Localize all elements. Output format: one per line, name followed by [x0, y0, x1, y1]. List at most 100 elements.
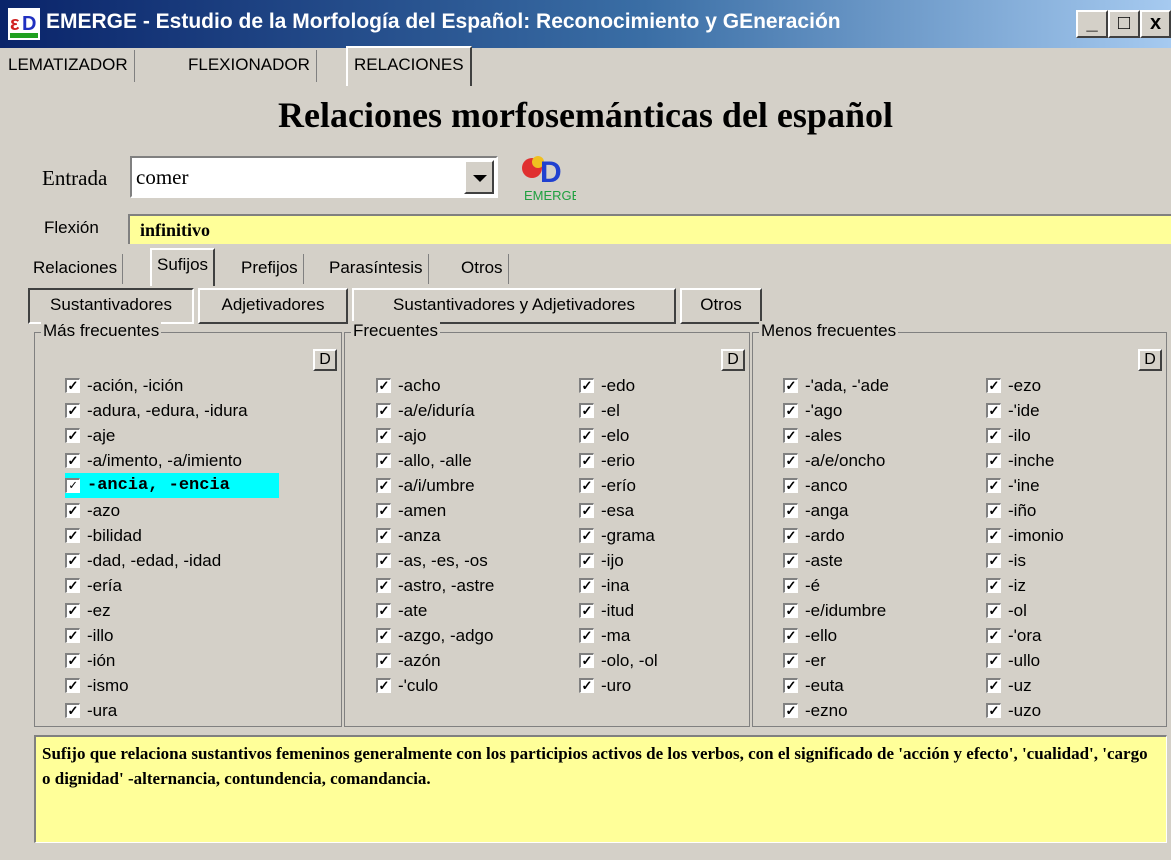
- checkbox-checked-icon[interactable]: ✓: [376, 453, 391, 468]
- tab-relaciones[interactable]: RELACIONES: [346, 46, 472, 86]
- checkbox-checked-icon[interactable]: ✓: [65, 628, 80, 643]
- checkbox-checked-icon[interactable]: ✓: [986, 428, 1001, 443]
- title-bar: ε D EMERGE - Estudio de la Morfología de…: [0, 0, 1171, 48]
- suffix-label: -is: [1008, 551, 1026, 570]
- checkbox-checked-icon[interactable]: ✓: [986, 703, 1001, 718]
- checkbox-checked-icon[interactable]: ✓: [579, 603, 594, 618]
- checkbox-checked-icon[interactable]: ✓: [986, 628, 1001, 643]
- checkbox-checked-icon[interactable]: ✓: [783, 553, 798, 568]
- checkbox-checked-icon[interactable]: ✓: [65, 453, 80, 468]
- checkbox-checked-icon[interactable]: ✓: [783, 378, 798, 393]
- checkbox-checked-icon[interactable]: ✓: [65, 428, 80, 443]
- checkbox-checked-icon[interactable]: ✓: [65, 503, 80, 518]
- adjetivadores-button[interactable]: Adjetivadores: [198, 288, 348, 324]
- checkbox-checked-icon[interactable]: ✓: [376, 528, 391, 543]
- checkbox-checked-icon[interactable]: ✓: [376, 478, 391, 493]
- checkbox-checked-icon[interactable]: ✓: [65, 603, 80, 618]
- checkbox-checked-icon[interactable]: ✓: [579, 478, 594, 493]
- checkbox-checked-icon[interactable]: ✓: [986, 553, 1001, 568]
- d-button[interactable]: D: [721, 349, 745, 371]
- close-button[interactable]: x: [1140, 10, 1171, 38]
- tab-lematizador[interactable]: LEMATIZADOR: [2, 50, 135, 82]
- entrada-combobox[interactable]: comer: [130, 156, 498, 198]
- d-button[interactable]: D: [1138, 349, 1162, 371]
- suffix-label: -'ine: [1008, 476, 1040, 495]
- checkbox-checked-icon[interactable]: ✓: [376, 428, 391, 443]
- checkbox-checked-icon[interactable]: ✓: [986, 528, 1001, 543]
- subtab-relaciones[interactable]: Relaciones: [28, 254, 124, 284]
- checkbox-checked-icon[interactable]: ✓: [376, 678, 391, 693]
- entrada-input[interactable]: comer: [136, 165, 188, 190]
- checkbox-checked-icon[interactable]: ✓: [376, 378, 391, 393]
- maximize-button[interactable]: □: [1108, 10, 1140, 38]
- sustantivadores-button[interactable]: Sustantivadores: [28, 288, 194, 324]
- subtab-sufijos[interactable]: Sufijos: [150, 248, 216, 286]
- checkbox-checked-icon[interactable]: ✓: [986, 603, 1001, 618]
- checkbox-checked-icon[interactable]: ✓: [783, 428, 798, 443]
- checkbox-checked-icon[interactable]: ✓: [783, 703, 798, 718]
- checkbox-checked-icon[interactable]: ✓: [65, 653, 80, 668]
- checkbox-checked-icon[interactable]: ✓: [783, 603, 798, 618]
- checkbox-checked-icon[interactable]: ✓: [65, 553, 80, 568]
- checkbox-checked-icon[interactable]: ✓: [376, 503, 391, 518]
- checkbox-checked-icon[interactable]: ✓: [783, 478, 798, 493]
- sustantivadores-y-adjetivadores-button[interactable]: Sustantivadores y Adjetivadores: [352, 288, 676, 324]
- checkbox-checked-icon[interactable]: ✓: [986, 653, 1001, 668]
- checkbox-checked-icon[interactable]: ✓: [579, 503, 594, 518]
- subtab-parasintesis[interactable]: Parasíntesis: [324, 254, 429, 284]
- checkbox-checked-icon[interactable]: ✓: [65, 703, 80, 718]
- checkbox-checked-icon[interactable]: ✓: [783, 503, 798, 518]
- tab-flexionador[interactable]: FLEXIONADOR: [182, 50, 317, 82]
- checkbox-checked-icon[interactable]: ✓: [986, 478, 1001, 493]
- checkbox-checked-icon[interactable]: ✓: [579, 453, 594, 468]
- checkbox-checked-icon[interactable]: ✓: [783, 528, 798, 543]
- suffix-label: -ales: [805, 426, 842, 445]
- checkbox-checked-icon[interactable]: ✓: [783, 453, 798, 468]
- checkbox-checked-icon[interactable]: ✓: [65, 578, 80, 593]
- checkbox-checked-icon[interactable]: ✓: [986, 503, 1001, 518]
- checkbox-checked-icon[interactable]: ✓: [783, 578, 798, 593]
- checkbox-checked-icon[interactable]: ✓: [579, 403, 594, 418]
- subtab-prefijos[interactable]: Prefijos: [236, 254, 304, 284]
- checkbox-checked-icon[interactable]: ✓: [783, 628, 798, 643]
- checkbox-checked-icon[interactable]: ✓: [65, 378, 80, 393]
- checkbox-checked-icon[interactable]: ✓: [579, 378, 594, 393]
- checkbox-checked-icon[interactable]: ✓: [986, 578, 1001, 593]
- checkbox-checked-icon[interactable]: ✓: [579, 678, 594, 693]
- checkbox-checked-icon[interactable]: ✓: [376, 403, 391, 418]
- checkbox-checked-icon[interactable]: ✓: [579, 553, 594, 568]
- minimize-button[interactable]: _: [1076, 10, 1108, 38]
- suffix-checkbox[interactable]: ✓ -ancia, -encia: [65, 473, 279, 498]
- emerge-logo: D EMERGE: [522, 156, 576, 203]
- checkbox-checked-icon[interactable]: ✓: [579, 653, 594, 668]
- checkbox-checked-icon[interactable]: ✓: [376, 603, 391, 618]
- checkbox-checked-icon[interactable]: ✓: [65, 678, 80, 693]
- suffix-label: -bilidad: [87, 526, 142, 545]
- checkbox-checked-icon[interactable]: ✓: [579, 428, 594, 443]
- checkbox-checked-icon[interactable]: ✓: [65, 403, 80, 418]
- d-button[interactable]: D: [313, 349, 337, 371]
- checkbox-checked-icon[interactable]: ✓: [579, 578, 594, 593]
- otros-button[interactable]: Otros: [680, 288, 762, 324]
- checkbox-checked-icon[interactable]: ✓: [986, 453, 1001, 468]
- dropdown-arrow-button[interactable]: [464, 160, 494, 194]
- checkbox-checked-icon[interactable]: ✓: [986, 403, 1001, 418]
- suffix-label: -anco: [805, 476, 848, 495]
- checkbox-checked-icon[interactable]: ✓: [783, 653, 798, 668]
- checkbox-checked-icon[interactable]: ✓: [376, 578, 391, 593]
- checkbox-checked-icon[interactable]: ✓: [65, 528, 80, 543]
- checkbox-checked-icon[interactable]: ✓: [783, 403, 798, 418]
- subtab-otros[interactable]: Otros: [456, 254, 509, 284]
- suffix-label: -adura, -edura, -idura: [87, 401, 248, 420]
- checkbox-checked-icon[interactable]: ✓: [986, 378, 1001, 393]
- checkbox-checked-icon[interactable]: ✓: [579, 528, 594, 543]
- checkbox-checked-icon[interactable]: ✓: [783, 678, 798, 693]
- checkbox-checked-icon[interactable]: ✓: [376, 653, 391, 668]
- checkbox-checked-icon[interactable]: ✓: [376, 628, 391, 643]
- checkbox-checked-icon[interactable]: ✓: [986, 678, 1001, 693]
- checkbox-checked-icon[interactable]: ✓: [376, 553, 391, 568]
- svg-text:D: D: [540, 156, 562, 189]
- checkbox-checked-icon[interactable]: ✓: [65, 478, 80, 493]
- checkbox-checked-icon[interactable]: ✓: [579, 628, 594, 643]
- suffix-label: -anga: [805, 501, 849, 520]
